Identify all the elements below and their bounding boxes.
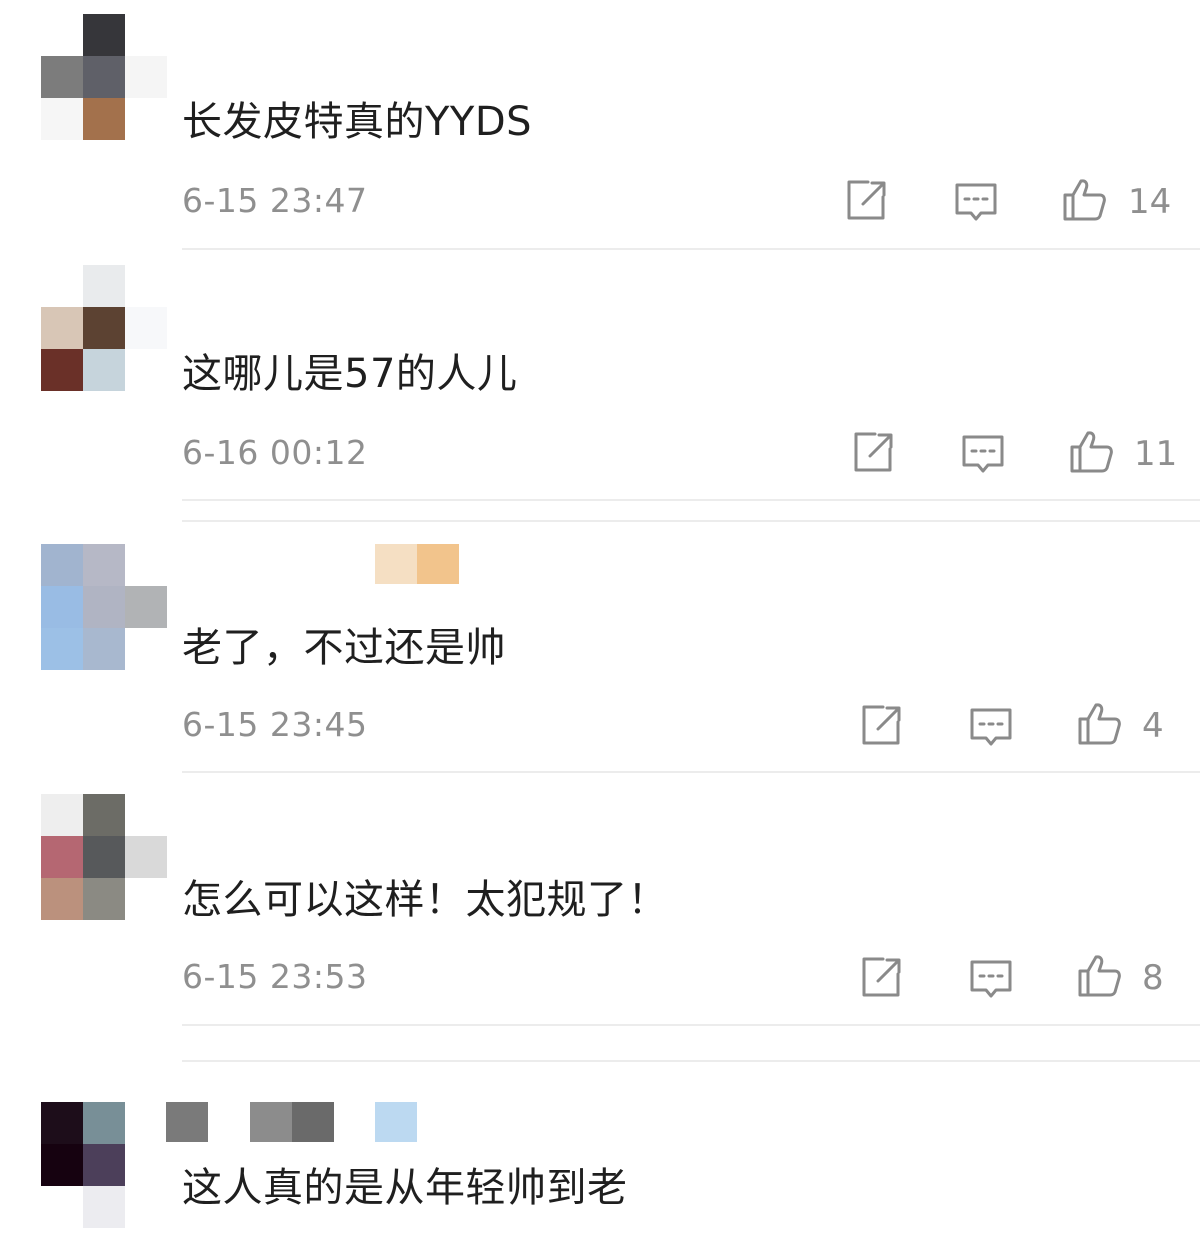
like-count: 8 xyxy=(1142,958,1164,998)
like-count: 4 xyxy=(1142,706,1164,746)
like-count: 11 xyxy=(1134,434,1178,474)
share-icon[interactable] xyxy=(858,955,902,999)
share-icon[interactable] xyxy=(850,430,894,474)
username-blur xyxy=(375,1102,417,1142)
comment-text: 这人真的是从年轻帅到老 xyxy=(182,1165,628,1211)
comment-text: 老了，不过还是帅 xyxy=(182,625,506,671)
thumbs-up-icon[interactable] xyxy=(1077,701,1121,745)
share-icon[interactable] xyxy=(843,178,887,222)
avatar[interactable] xyxy=(0,1102,170,1232)
comment-item: 这哪儿是57的人儿 6-16 00:12 11 xyxy=(0,252,1200,504)
username-blur xyxy=(292,1102,334,1142)
thumbs-up-icon[interactable] xyxy=(1077,953,1121,997)
comment-text: 这哪儿是57的人儿 xyxy=(182,351,518,397)
avatar[interactable] xyxy=(0,14,170,144)
divider xyxy=(182,1060,1200,1062)
comment-timestamp: 6-16 00:12 xyxy=(182,433,368,472)
thumbs-up-icon[interactable] xyxy=(1062,177,1106,221)
avatar[interactable] xyxy=(0,265,170,395)
comment-icon[interactable] xyxy=(961,432,1005,476)
like-count: 14 xyxy=(1128,182,1172,222)
share-icon[interactable] xyxy=(858,703,902,747)
username-blur xyxy=(166,1102,208,1142)
comment-timestamp: 6-15 23:47 xyxy=(182,181,368,220)
username-blur xyxy=(250,1102,292,1142)
username-blur xyxy=(417,544,459,584)
divider xyxy=(182,1024,1200,1026)
comment-item: 这人真的是从年轻帅到老 xyxy=(0,1060,1200,1235)
thumbs-up-icon[interactable] xyxy=(1069,429,1113,473)
divider xyxy=(182,520,1200,522)
comment-timestamp: 6-15 23:53 xyxy=(182,957,368,996)
comment-item: 老了，不过还是帅 6-15 23:45 4 xyxy=(0,520,1200,773)
comment-text: 怎么可以这样！太犯规了！ xyxy=(182,877,668,923)
comment-timestamp: 6-15 23:45 xyxy=(182,705,368,744)
avatar[interactable] xyxy=(0,544,170,674)
comment-item: 怎么可以这样！太犯规了！ 6-15 23:53 8 xyxy=(0,772,1200,1028)
comment-text: 长发皮特真的YYDS xyxy=(182,99,533,145)
username-blur xyxy=(375,544,417,584)
divider xyxy=(182,248,1200,250)
comment-icon[interactable] xyxy=(969,705,1013,749)
comment-icon[interactable] xyxy=(969,957,1013,1001)
divider xyxy=(182,499,1200,501)
avatar[interactable] xyxy=(0,794,170,924)
comment-icon[interactable] xyxy=(954,180,998,224)
comment-item: 长发皮特真的YYDS 6-15 23:47 14 xyxy=(0,0,1200,252)
